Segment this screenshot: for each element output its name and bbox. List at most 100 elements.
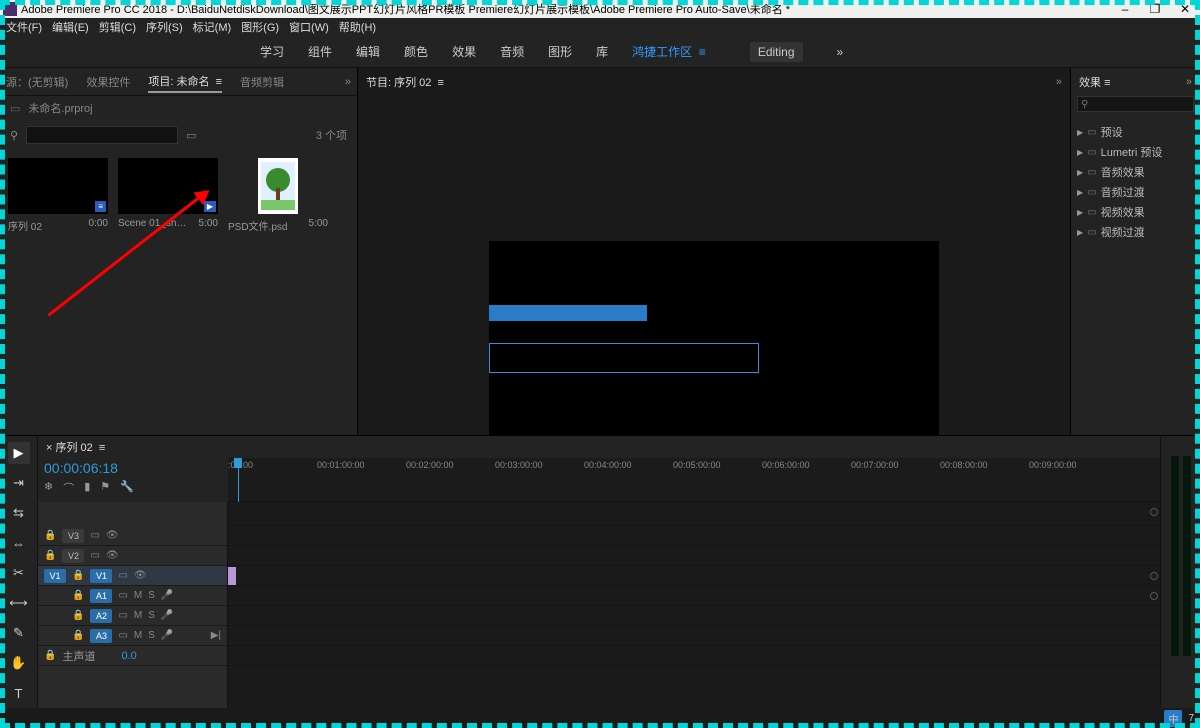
project-filename: 未命名.prproj [28, 100, 92, 116]
menu-markers[interactable]: 标记(M) [193, 19, 232, 35]
selection-tool[interactable]: ▶ [8, 442, 30, 464]
video-badge-icon: ▶ [204, 201, 216, 212]
project-item-psd[interactable]: PSD文件.psd5:00 [228, 158, 328, 233]
project-search-input[interactable] [26, 126, 178, 144]
track-head-v1[interactable]: V1 🔒 V1 ▭ 👁 [38, 566, 227, 586]
timeline-tool-palette: ▶ ⇥ ⇆ ⇔ ✂ ⟷ ✎ ✋ T [0, 436, 38, 728]
ripple-edit-tool[interactable]: ⇆ [8, 502, 30, 524]
title-graphic-outline [489, 343, 759, 373]
track-head-master[interactable]: 🔒 主声道 0.0 [38, 646, 227, 666]
slip-tool[interactable]: ⟷ [8, 592, 30, 614]
workspace-custom-active[interactable]: 鸿捷工作区 ≡ [632, 43, 706, 60]
track-head-a1[interactable]: A1 🔒 A1 ▭ M S 🎤 [38, 586, 227, 606]
timeline-track-headers: 🔒 V3 ▭ 👁 🔒 V2 ▭ 👁 V1 🔒 V1 ▭ 👁 [38, 502, 228, 712]
effects-folder-audio-trans[interactable]: ▶▭音频过渡 [1075, 182, 1196, 202]
timeline-timecode[interactable]: 00:00:06:18 [44, 460, 222, 476]
menu-sequence[interactable]: 序列(S) [146, 19, 183, 35]
menu-window[interactable]: 窗口(W) [289, 19, 329, 35]
menu-help[interactable]: 帮助(H) [339, 19, 376, 35]
tab-source[interactable]: 源：(无剪辑) [6, 72, 68, 92]
track-head-a3[interactable]: 🔒 A3 ▭ M S 🎤 ▶| [38, 626, 227, 646]
program-tabs-overflow[interactable]: » [1056, 76, 1062, 88]
workspace-effects[interactable]: 效果 [452, 43, 476, 60]
effects-folder-video-trans[interactable]: ▶▭视频过渡 [1075, 222, 1196, 242]
razor-tool[interactable]: ✂ [8, 562, 30, 584]
ime-indicator[interactable]: 中 [1164, 710, 1182, 727]
window-minimize-button[interactable]: – [1110, 2, 1140, 16]
lock-icon[interactable]: 🔒 [44, 530, 56, 541]
timeline-tracks-area[interactable] [228, 502, 1160, 712]
project-tabs-overflow[interactable]: » [345, 76, 351, 88]
timeline-wrench-icon[interactable]: 🔧 [120, 480, 134, 496]
timeline-panel: ▶ ⇥ ⇆ ⇔ ✂ ⟷ ✎ ✋ T × 序列 02 ≡ 00:00:06:18 … [0, 435, 1200, 728]
workspace-graphics[interactable]: 图形 [548, 43, 572, 60]
tab-project[interactable]: 项目: 未命名 ≡ [148, 71, 222, 93]
toggle-output-icon[interactable]: ▭ [90, 530, 99, 541]
effects-search-input[interactable] [1077, 96, 1194, 112]
window-close-button[interactable]: ✕ [1170, 2, 1200, 16]
tray-number: 7 [1188, 713, 1194, 724]
workspace-editing-cn[interactable]: 编辑 [356, 43, 380, 60]
track-head-v2[interactable]: 🔒 V2 ▭ 👁 [38, 546, 227, 566]
windows-taskbar[interactable]: 中 7 [0, 708, 1200, 728]
menu-clip[interactable]: 剪辑(C) [99, 19, 136, 35]
workspace-editing-en[interactable]: Editing [750, 42, 803, 62]
track-head-a2[interactable]: 🔒 A2 ▭ M S 🎤 [38, 606, 227, 626]
add-marker-icon[interactable]: ▮ [84, 480, 90, 496]
workspace-learn[interactable]: 学习 [260, 43, 284, 60]
mic-icon[interactable]: 🎤 [161, 590, 173, 601]
menu-graphics[interactable]: 图形(G) [241, 19, 279, 35]
track-vscroll-knob-2[interactable] [1150, 572, 1158, 580]
title-graphic-bar [489, 305, 647, 321]
workspace-audio[interactable]: 音频 [500, 43, 524, 60]
timeline-ruler[interactable]: :00:00 00:01:00:00 00:02:00:00 00:03:00:… [228, 458, 1160, 502]
effects-folder-video-fx[interactable]: ▶▭视频效果 [1075, 202, 1196, 222]
window-title: Adobe Premiere Pro CC 2018 - D:\BaiduNet… [21, 1, 1110, 17]
track-select-tool[interactable]: ⇥ [8, 472, 30, 494]
window-titlebar: Adobe Premiere Pro CC 2018 - D:\BaiduNet… [0, 0, 1200, 18]
project-filter-bin-button[interactable]: ▭ [186, 129, 196, 142]
project-item-count: 3 个项 [316, 127, 347, 143]
effects-panel-title[interactable]: 效果 ≡ [1079, 74, 1110, 90]
sequence-end-icon[interactable]: ▶| [211, 630, 221, 641]
project-folder-icon: ▭ [10, 102, 20, 115]
type-tool[interactable]: T [8, 682, 30, 704]
tab-effect-controls[interactable]: 效果控件 [86, 72, 130, 92]
program-tab[interactable]: 节目: 序列 02 ≡ [366, 74, 444, 90]
window-maximize-button[interactable]: ❐ [1140, 2, 1170, 16]
workspace-libraries[interactable]: 库 [596, 43, 608, 60]
menu-edit[interactable]: 编辑(E) [52, 19, 89, 35]
sequence-badge-icon: ≡ [95, 201, 106, 212]
app-logo-icon [3, 2, 17, 16]
menu-file[interactable]: 文件(F) [6, 19, 42, 35]
search-icon: ⚲ [10, 129, 18, 142]
effects-folder-audio-fx[interactable]: ▶▭音频效果 [1075, 162, 1196, 182]
eye-icon[interactable]: 👁 [106, 530, 119, 541]
timeline-clip-v1[interactable] [228, 567, 236, 585]
effects-folder-presets[interactable]: ▶▭预设 [1075, 122, 1196, 142]
track-head-v3[interactable]: 🔒 V3 ▭ 👁 [38, 526, 227, 546]
hand-tool[interactable]: ✋ [8, 652, 30, 674]
timeline-tab[interactable]: × 序列 02 ≡ [46, 439, 105, 455]
track-vscroll-knob-3[interactable] [1150, 592, 1158, 600]
app-menubar: 文件(F) 编辑(E) 剪辑(C) 序列(S) 标记(M) 图形(G) 窗口(W… [0, 18, 1200, 36]
linked-selection-icon[interactable]: ⌒ [63, 480, 74, 496]
source-patch-v1[interactable]: V1 [44, 569, 66, 583]
workspace-bar: 学习 组件 编辑 颜色 效果 音频 图形 库 鸿捷工作区 ≡ Editing » [0, 36, 1200, 68]
timeline-settings-flag-icon[interactable]: ⚑ [100, 480, 110, 496]
snap-toggle-icon[interactable]: ❄ [44, 480, 53, 496]
workspace-overflow-button[interactable]: » [837, 45, 844, 59]
effects-folder-lumetri[interactable]: ▶▭Lumetri 预设 [1075, 142, 1196, 162]
pen-tool[interactable]: ✎ [8, 622, 30, 644]
workspace-assembly[interactable]: 组件 [308, 43, 332, 60]
workspace-color[interactable]: 颜色 [404, 43, 428, 60]
project-item-sequence[interactable]: ≡ 序列 020:00 [8, 158, 108, 233]
project-item-video[interactable]: ▶ Scene 01_shape.mov5:00 [118, 158, 218, 229]
rolling-edit-tool[interactable]: ⇔ [8, 532, 30, 554]
audio-meter-panel [1160, 436, 1200, 728]
psd-thumbnail [258, 158, 298, 214]
tab-audio-edit[interactable]: 音频剪辑 [240, 72, 284, 92]
tree-image-icon [261, 162, 295, 210]
effects-panel-overflow[interactable]: » [1186, 76, 1192, 88]
track-vscroll-knob[interactable] [1150, 508, 1158, 516]
